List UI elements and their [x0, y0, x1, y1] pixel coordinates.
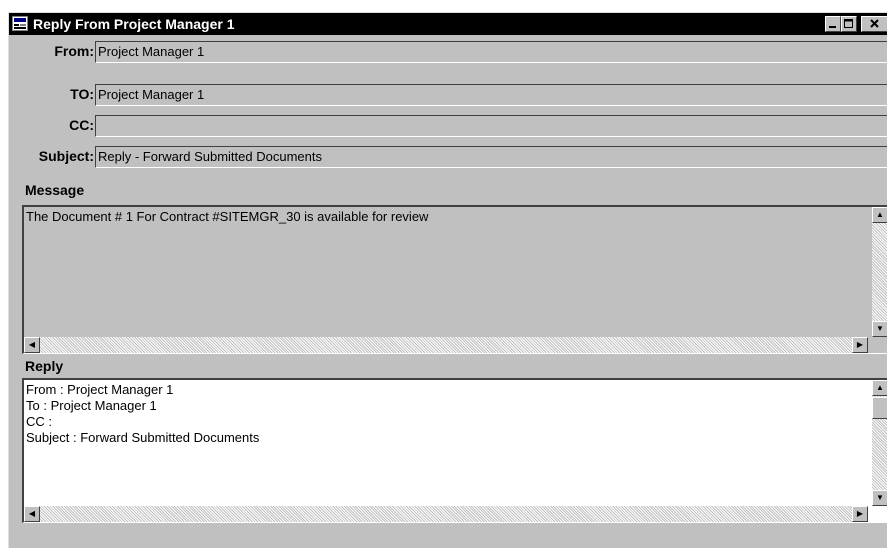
reply-scroll-down-button[interactable]: ▼: [872, 490, 887, 506]
title-bar[interactable]: Reply From Project Manager 1: [9, 13, 887, 35]
reply-scroll-thumb[interactable]: [872, 397, 887, 419]
subject-row: Subject: Reply - Forward Submitted Docum…: [9, 146, 887, 168]
maximize-icon: [844, 19, 853, 28]
message-horizontal-scrollbar[interactable]: ◀ ▶: [24, 337, 868, 353]
reply-scroll-up-button[interactable]: ▲: [872, 380, 887, 396]
reply-scroll-right-button[interactable]: ▶: [852, 506, 868, 522]
to-field[interactable]: Project Manager 1: [95, 84, 887, 106]
scroll-left-icon: ◀: [28, 509, 36, 518]
scroll-up-icon: ▲: [876, 383, 884, 392]
to-label: TO:: [70, 86, 94, 102]
maximize-button[interactable]: [841, 16, 857, 32]
cc-label: CC:: [69, 117, 94, 133]
reply-vertical-scrollbar[interactable]: ▲ ▼: [872, 380, 887, 506]
subject-field[interactable]: Reply - Forward Submitted Documents: [95, 146, 887, 168]
message-text: The Document # 1 For Contract #SITEMGR_3…: [26, 209, 429, 224]
reply-horizontal-scrollbar[interactable]: ◀ ▶: [24, 506, 868, 522]
app-icon[interactable]: [12, 16, 28, 31]
scroll-down-icon: ▼: [876, 493, 884, 502]
minimize-button[interactable]: [825, 16, 841, 32]
message-label: Message: [25, 182, 85, 198]
cc-row: CC:: [9, 115, 887, 137]
from-row: From: Project Manager 1: [9, 41, 887, 63]
close-icon: [870, 19, 879, 28]
reply-textarea[interactable]: From : Project Manager 1 To : Project Ma…: [22, 378, 887, 523]
from-field[interactable]: Project Manager 1: [95, 41, 887, 63]
subject-label: Subject:: [38, 148, 94, 164]
message-scroll-right-button[interactable]: ▶: [852, 337, 868, 353]
scroll-left-icon: ◀: [28, 340, 36, 349]
scroll-up-icon: ▲: [876, 210, 884, 219]
scroll-right-icon: ▶: [856, 509, 864, 518]
message-vertical-scrollbar[interactable]: ▲ ▼: [872, 207, 887, 337]
window-title: Reply From Project Manager 1: [33, 16, 235, 32]
scroll-down-icon: ▼: [876, 324, 884, 333]
message-scroll-up-button[interactable]: ▲: [872, 207, 887, 223]
to-row: TO: Project Manager 1: [9, 84, 887, 106]
reply-label: Reply: [25, 358, 64, 374]
cc-field[interactable]: [95, 115, 887, 137]
reply-text: From : Project Manager 1 To : Project Ma…: [26, 382, 260, 445]
scroll-right-icon: ▶: [856, 340, 864, 349]
message-scroll-down-button[interactable]: ▼: [872, 321, 887, 337]
minimize-icon: [829, 26, 836, 28]
close-button[interactable]: [861, 16, 887, 32]
reply-window: Reply From Project Manager 1 From: Proje…: [8, 12, 887, 548]
message-textarea[interactable]: The Document # 1 For Contract #SITEMGR_3…: [22, 205, 887, 354]
reply-scroll-left-button[interactable]: ◀: [24, 506, 40, 522]
message-scroll-left-button[interactable]: ◀: [24, 337, 40, 353]
from-label: From:: [54, 43, 94, 59]
